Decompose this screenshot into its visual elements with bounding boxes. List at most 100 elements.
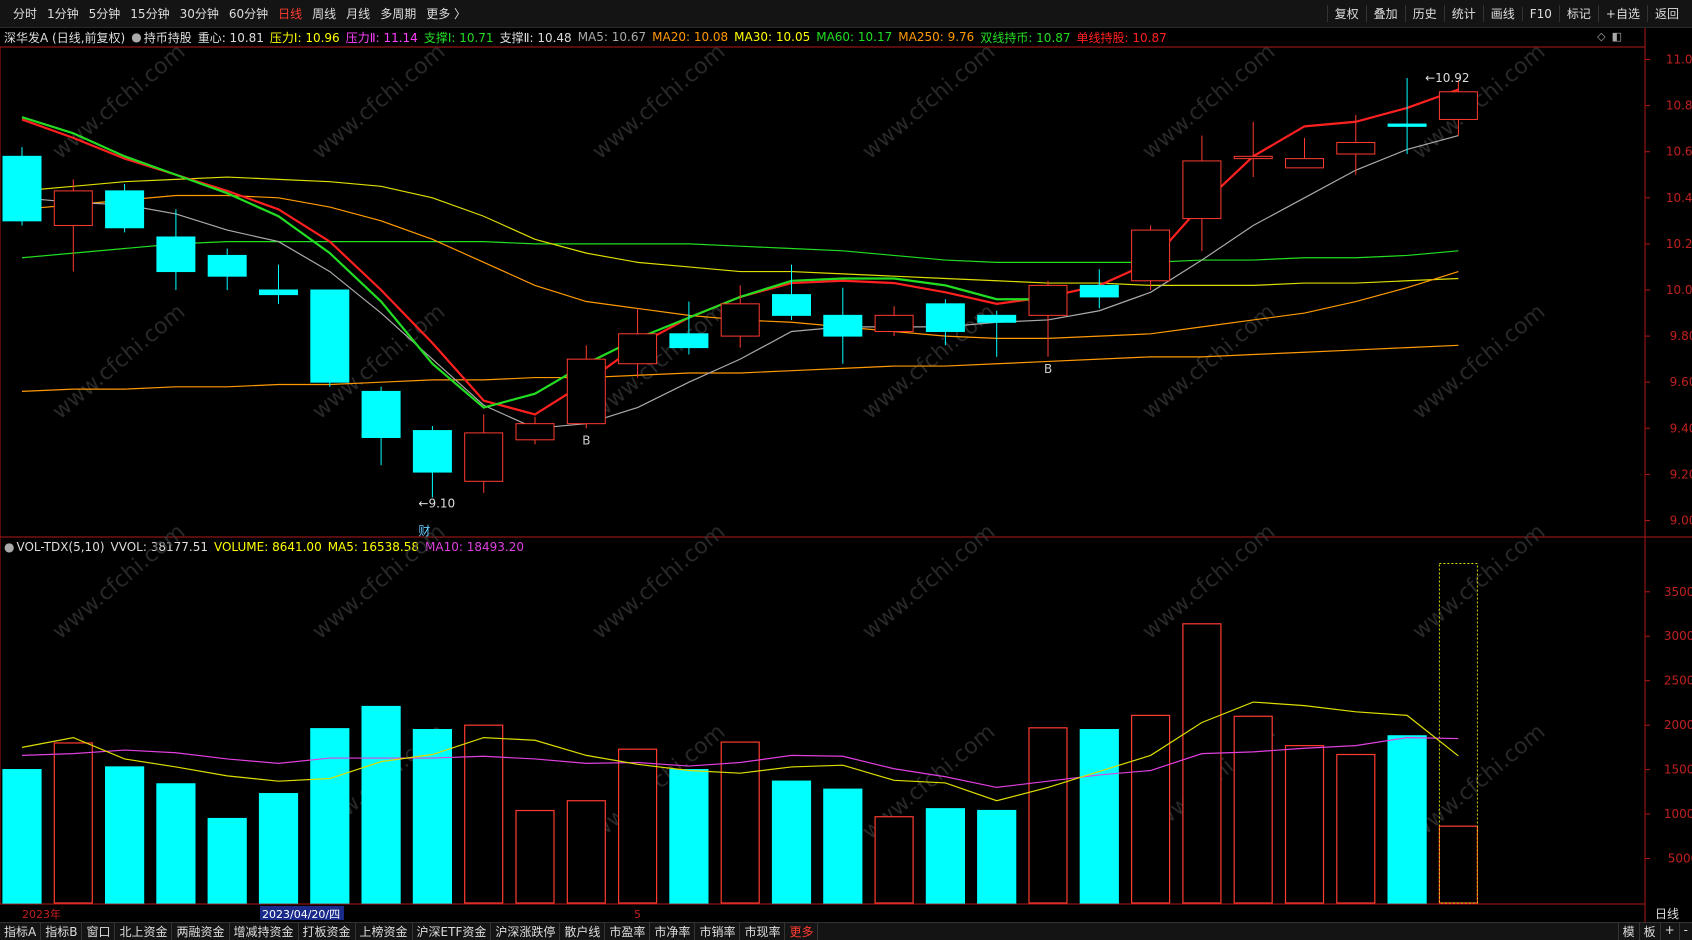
indicator-tab-10[interactable]: 散户线	[560, 923, 606, 940]
volume-bar-7	[361, 705, 401, 904]
candle-body-6	[310, 289, 350, 383]
volume-bar-14	[720, 741, 760, 904]
kline-chart[interactable]: 9.00 9.20 9.40 9.60 9.80 10.00 10.20 10.40 10.60…	[0, 0, 1692, 922]
x-label-month: 5	[634, 908, 641, 921]
watermark-6: www.cfchi.com	[48, 299, 190, 424]
candle-body-16	[823, 314, 863, 337]
indicator-tab-15[interactable]: 更多	[785, 923, 819, 940]
candle-body-21	[1079, 284, 1119, 298]
candle-body-9	[464, 432, 504, 482]
watermark-1: www.cfchi.com	[308, 39, 450, 164]
volume-bar-11	[566, 800, 606, 904]
indicator-tab-2[interactable]: 窗口	[82, 923, 116, 940]
indicator-tab-13[interactable]: 市销率	[695, 923, 741, 940]
low-price-label: ←9.10	[418, 496, 455, 510]
indicator-tab-6[interactable]: 打板资金	[299, 923, 356, 940]
dual-line	[21, 88, 1459, 416]
volume-bar-0	[2, 769, 42, 904]
vol-tick-label-0: 5000	[1668, 852, 1692, 866]
x-label-date: 2023/04/20/四	[262, 908, 340, 921]
price-tick-label-0: 9.00	[1670, 513, 1692, 527]
candle-body-20	[1028, 284, 1068, 316]
indicator-tab-3[interactable]: 北上资金	[115, 923, 173, 940]
bottom-control-2[interactable]: +	[1659, 923, 1679, 940]
indicator-tab-1[interactable]: 指标B	[41, 923, 83, 940]
candle-body-8	[412, 430, 452, 473]
candle-body-10	[515, 423, 555, 441]
volume-bar-20	[1028, 727, 1068, 904]
volume-bar-4	[207, 817, 247, 904]
watermark-10: www.cfchi.com	[1138, 299, 1280, 424]
volume-bar-2	[104, 766, 145, 904]
candle-body-26	[1336, 141, 1376, 155]
indicator-tab-0[interactable]: 指标A	[0, 923, 42, 940]
volume-bar-23	[1182, 623, 1222, 904]
watermark-8: www.cfchi.com	[588, 299, 730, 424]
candle-body-7	[361, 390, 401, 439]
volume-bar-10	[515, 809, 555, 904]
volume-bar-5	[258, 793, 299, 904]
price-tick-label-9: 10.80	[1666, 99, 1692, 113]
candle-body-23	[1182, 160, 1222, 220]
price-tick-label-6: 10.20	[1666, 237, 1692, 251]
vol-tick-label-1: 10000	[1664, 807, 1692, 821]
candle-body-27	[1387, 123, 1427, 127]
volume-bar-24	[1233, 715, 1273, 904]
volume-bar-15	[771, 780, 812, 904]
indicator-tab-8[interactable]: 沪深ETF资金	[413, 923, 492, 940]
indicator-tab-11[interactable]: 市盈率	[605, 923, 651, 940]
candle-body-11	[566, 358, 606, 425]
volume-bar-22	[1130, 714, 1171, 904]
candle-body-18	[925, 303, 965, 332]
bottom-control-1[interactable]: 板	[1638, 923, 1660, 940]
volume-bar-12	[617, 748, 658, 904]
watermark-19: www.cfchi.com	[588, 719, 730, 844]
volume-bar-13	[669, 769, 709, 904]
bottom-control-0[interactable]: 模	[1617, 923, 1639, 940]
volume-bar-27	[1387, 735, 1427, 904]
indicator-tab-14[interactable]: 市现率	[740, 923, 786, 940]
watermark-15: www.cfchi.com	[858, 519, 1000, 644]
b-marker-0: B	[582, 433, 590, 447]
volume-bar-28	[1438, 825, 1479, 904]
volume-bar-19	[977, 809, 1017, 904]
candle-body-13	[669, 333, 709, 349]
volume-bar-25	[1284, 745, 1325, 904]
volume-bar-8	[412, 729, 452, 904]
indicator-tab-7[interactable]: 上榜资金	[356, 923, 413, 940]
price-tick-label-2: 9.40	[1670, 421, 1692, 435]
period-label: 日线	[1655, 907, 1679, 921]
price-tick-label-4: 9.80	[1670, 329, 1692, 343]
candle-body-4	[207, 254, 247, 277]
watermark-3: www.cfchi.com	[858, 39, 1000, 164]
candle-body-1	[53, 190, 93, 226]
watermark-14: www.cfchi.com	[588, 519, 730, 644]
indicator-tab-4[interactable]: 两融资金	[172, 923, 230, 940]
ma250-line	[21, 344, 1459, 393]
indicator-tab-bar: 指标A 指标B 窗口 北上资金 两融资金 增减持资金 打板资金 上榜资金 沪深ETF资金 沪深涨跌…	[0, 922, 1692, 940]
price-tick-label-8: 10.60	[1666, 145, 1692, 159]
watermark-17: www.cfchi.com	[1408, 519, 1550, 644]
candle-body-5	[259, 289, 298, 296]
price-tick-label-3: 9.60	[1670, 375, 1692, 389]
x-label-year: 2023年	[22, 907, 61, 921]
price-tick-label-7: 10.40	[1666, 191, 1692, 205]
candle-body-22	[1131, 229, 1171, 282]
volume-bar-17	[874, 816, 914, 904]
candle-body-15	[772, 294, 811, 316]
watermark-4: www.cfchi.com	[1138, 39, 1280, 164]
volume-bar-16	[823, 788, 863, 904]
ma5-line	[21, 135, 1459, 429]
price-tick-label-1: 9.20	[1670, 467, 1692, 481]
indicator-tab-9[interactable]: 沪深涨跌停	[491, 923, 561, 940]
indicator-tab-12[interactable]: 市净率	[650, 923, 696, 940]
candle-body-17	[874, 314, 914, 332]
watermark-12: www.cfchi.com	[48, 519, 190, 644]
bottom-control-3[interactable]: -	[1678, 923, 1692, 940]
price-tick-label-5: 10.00	[1666, 283, 1692, 297]
watermark-13: www.cfchi.com	[308, 519, 450, 644]
candle-body-19	[977, 314, 1017, 323]
indicator-tab-5[interactable]: 增减持资金	[230, 923, 299, 940]
vol-tick-label-5: 30000	[1664, 629, 1692, 643]
candle-body-24	[1233, 155, 1273, 160]
